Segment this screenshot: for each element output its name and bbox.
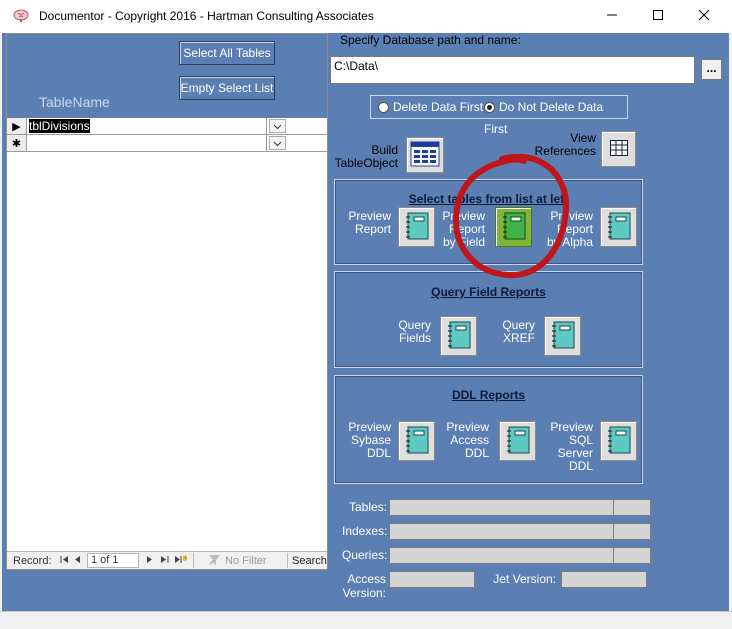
- query-xref-button[interactable]: [544, 316, 581, 356]
- dropdown-button[interactable]: [269, 119, 286, 133]
- maximize-button[interactable]: [635, 0, 681, 33]
- report-notebook-icon: [502, 212, 526, 243]
- preview-by-alpha-button[interactable]: [600, 207, 637, 247]
- query-fields-label: Query Fields: [398, 318, 431, 345]
- funnel-icon: [208, 554, 222, 569]
- tables-progress-bar: [389, 499, 651, 516]
- nav-divider: [193, 553, 194, 568]
- new-record-row[interactable]: ✱: [7, 135, 327, 152]
- report-notebook-icon: [607, 426, 631, 457]
- tablename-cell[interactable]: tblDivisions: [27, 118, 267, 134]
- first-record-icon[interactable]: [60, 554, 69, 568]
- preview-sybase-ddl-label: Preview Sybase DDL: [348, 420, 391, 460]
- empty-select-list-button[interactable]: Empty Select List: [179, 76, 275, 100]
- record-selector[interactable]: ▶: [7, 118, 27, 134]
- radio-delete-data-first[interactable]: Delete Data First: [378, 96, 483, 118]
- access-version-label: Access Version:: [342, 572, 386, 600]
- search-field[interactable]: Search: [292, 555, 327, 567]
- close-button[interactable]: [681, 0, 727, 33]
- preview-report-label: Preview Report: [348, 209, 391, 236]
- preview-access-ddl-button[interactable]: [499, 421, 536, 461]
- svg-text:✱: ✱: [182, 554, 187, 563]
- app-window: Documentor - Copyright 2016 - Hartman Co…: [0, 0, 732, 629]
- window-title: Documentor - Copyright 2016 - Hartman Co…: [39, 9, 374, 23]
- indexes-progress-label: Indexes:: [342, 524, 388, 538]
- radio-icon: [378, 102, 389, 113]
- radio-selected-icon: [484, 102, 495, 113]
- new-record-icon[interactable]: ✱: [174, 554, 189, 568]
- new-record-selector: ✱: [7, 135, 27, 151]
- no-filter-indicator[interactable]: No Filter: [225, 555, 267, 567]
- report-notebook-icon: [447, 321, 471, 352]
- close-icon: [698, 9, 710, 24]
- queries-progress-label: Queries:: [342, 548, 388, 562]
- brain-icon: [13, 9, 29, 23]
- bottom-strip: [0, 611, 732, 629]
- form-body: Select All Tables Empty Select List Tabl…: [2, 33, 729, 611]
- table-icon: [609, 139, 628, 159]
- delete-option-group: Delete Data First Do Not Delete Data Fir…: [370, 95, 628, 136]
- preview-by-alpha-label: Preview Report by Alpha: [546, 209, 593, 249]
- chevron-down-icon: [273, 119, 282, 133]
- next-record-icon[interactable]: [146, 554, 153, 568]
- record-navigation-bar: Record: 1 of 1 ✱ No Filter Search: [7, 551, 327, 569]
- browse-button[interactable]: ...: [701, 59, 722, 80]
- select-tables-panel: Select tables from list at left Preview …: [334, 179, 643, 265]
- query-field-reports-panel: Query Field Reports Query Fields Query X…: [334, 271, 643, 368]
- subform-header: Select All Tables Empty Select List Tabl…: [7, 34, 327, 118]
- panel-title: DDL Reports: [451, 388, 526, 402]
- view-references-button[interactable]: [601, 131, 636, 167]
- minimize-button[interactable]: [589, 0, 635, 33]
- access-version-field: [389, 571, 475, 588]
- minimize-icon: [606, 9, 618, 24]
- chevron-down-icon: [273, 136, 282, 150]
- panel-title: Query Field Reports: [431, 285, 546, 299]
- table-row[interactable]: ▶ tblDivisions: [7, 118, 327, 135]
- form-grid-icon: [410, 141, 440, 170]
- tables-progress-label: Tables:: [348, 500, 387, 514]
- panel-title: Select tables from list at left: [408, 192, 569, 206]
- previous-record-icon[interactable]: [74, 554, 81, 568]
- title-bar[interactable]: Documentor - Copyright 2016 - Hartman Co…: [0, 0, 732, 33]
- tablename-cell[interactable]: [27, 135, 267, 151]
- jet-version-field: [561, 571, 647, 588]
- db-path-label: Specify Database path and name:: [340, 33, 521, 47]
- jet-version-label: Jet Version:: [493, 572, 556, 586]
- current-record-field[interactable]: 1 of 1: [87, 553, 139, 568]
- build-tableobject-label: Build TableObject: [334, 143, 398, 170]
- preview-access-ddl-label: Preview Access DDL: [446, 420, 489, 460]
- report-notebook-icon: [607, 212, 631, 243]
- query-fields-button[interactable]: [440, 316, 477, 356]
- column-header-tablename: TableName: [39, 94, 110, 110]
- build-tableobject-button[interactable]: [406, 137, 444, 173]
- report-notebook-icon: [405, 212, 429, 243]
- preview-by-field-label: Preview Report by Field: [442, 209, 485, 249]
- dropdown-button[interactable]: [269, 136, 286, 150]
- query-xref-label: Query XREF: [502, 318, 535, 345]
- preview-sqlserver-ddl-button[interactable]: [600, 421, 637, 461]
- preview-by-field-button[interactable]: [495, 207, 532, 247]
- report-notebook-icon: [405, 426, 429, 457]
- report-notebook-icon: [551, 321, 575, 352]
- report-notebook-icon: [506, 426, 530, 457]
- preview-sybase-ddl-button[interactable]: [398, 421, 435, 461]
- record-label: Record:: [13, 555, 52, 567]
- db-path-input[interactable]: C:\Data\: [330, 56, 695, 84]
- preview-sqlserver-ddl-label: Preview SQL Server DDL: [550, 420, 593, 473]
- select-all-tables-button[interactable]: Select All Tables: [179, 41, 275, 65]
- maximize-icon: [652, 9, 664, 24]
- queries-progress-bar: [389, 547, 651, 564]
- table-list-subform: Select All Tables Empty Select List Tabl…: [6, 33, 328, 570]
- ddl-reports-panel: DDL Reports Preview Sybase DDL Preview A…: [334, 375, 643, 484]
- indexes-progress-bar: [389, 523, 651, 540]
- view-references-label: View References: [534, 131, 596, 158]
- nav-divider: [287, 553, 288, 568]
- last-record-icon[interactable]: [160, 554, 169, 568]
